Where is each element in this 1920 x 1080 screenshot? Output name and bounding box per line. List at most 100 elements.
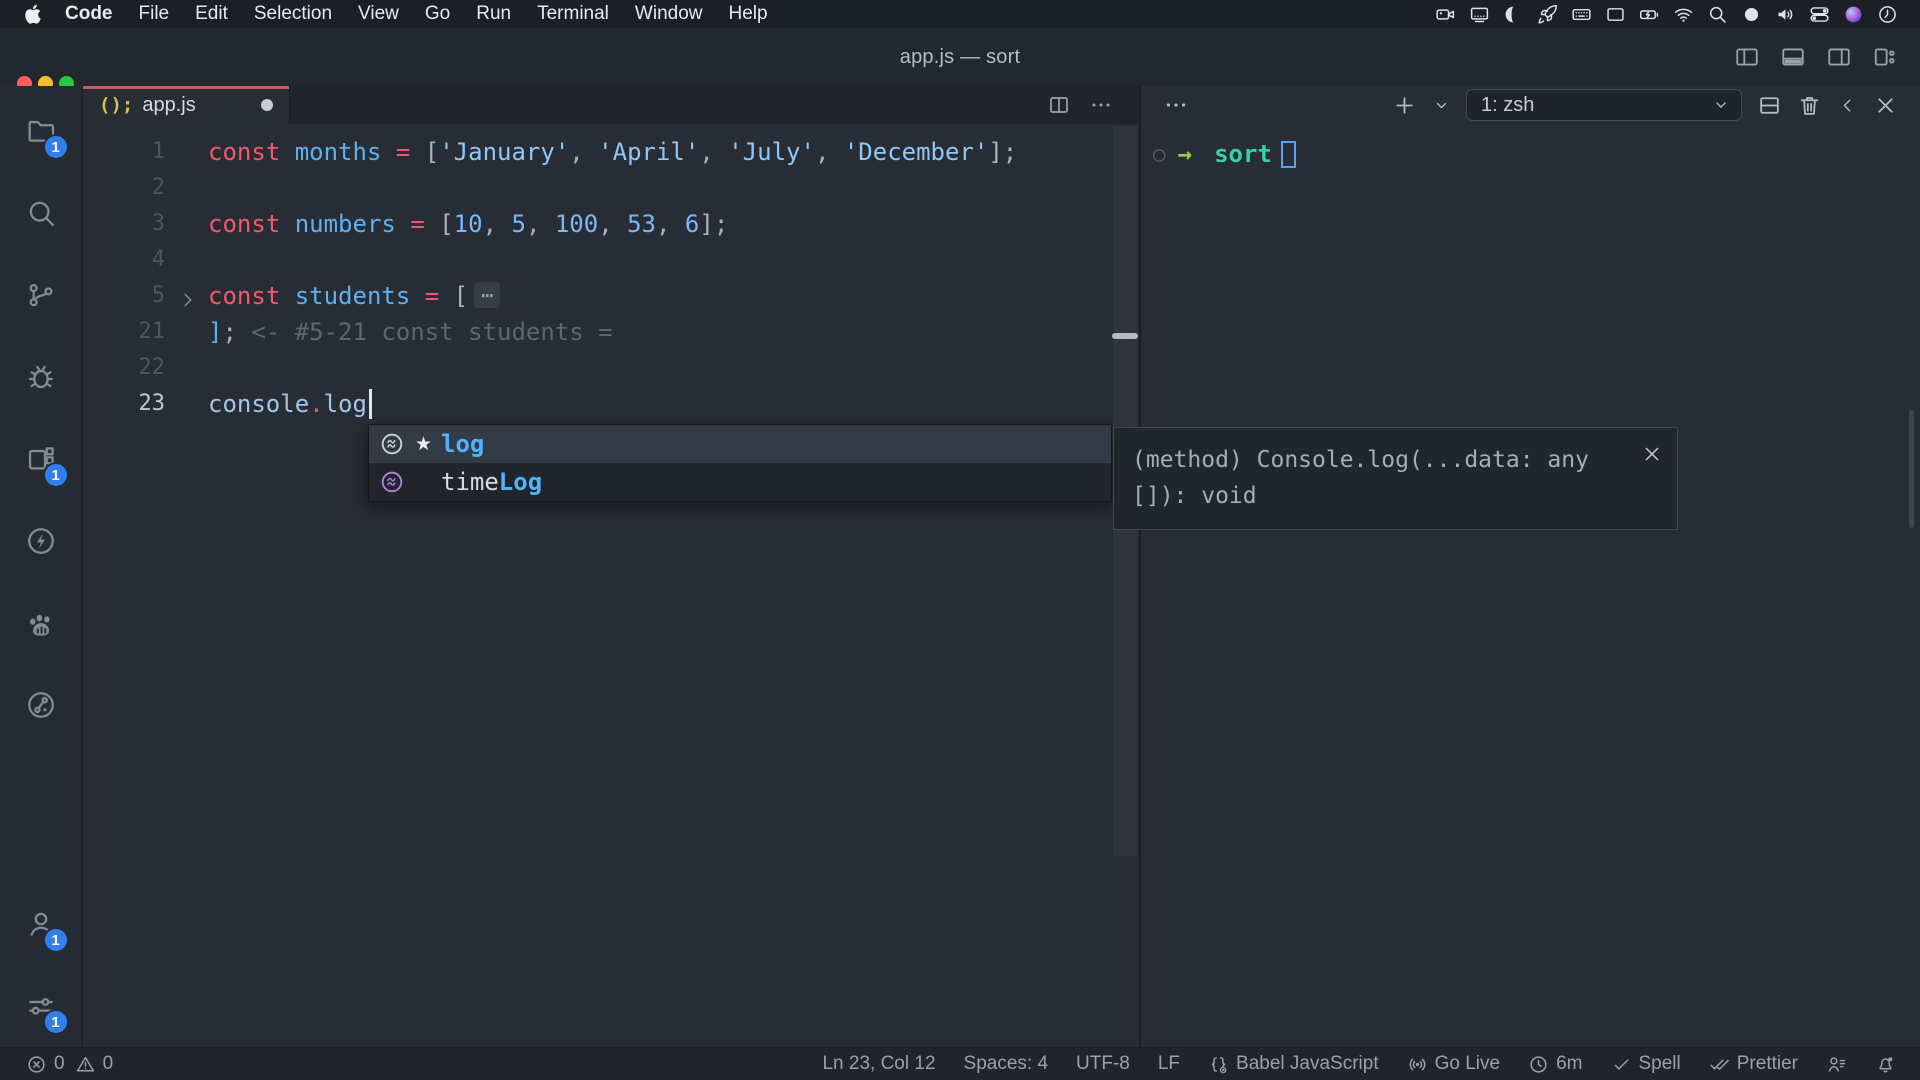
rocket-icon[interactable]: [1537, 4, 1558, 25]
tooltip-close-icon[interactable]: [1641, 440, 1663, 462]
menu-view[interactable]: View: [345, 3, 412, 25]
badge: 1: [43, 1009, 69, 1035]
layout-customize-button[interactable]: [1872, 44, 1898, 70]
terminal-header: 1: zsh: [1141, 86, 1920, 124]
status-spaces-4[interactable]: Spaces: 4: [964, 1053, 1049, 1075]
code-line[interactable]: 5const students = [⋯: [83, 278, 1139, 314]
editor-tab-bar: (); app.js: [83, 86, 1139, 124]
menu-help[interactable]: Help: [716, 3, 781, 25]
terminal-scrollbar[interactable]: [1909, 410, 1914, 528]
badge: 1: [43, 462, 69, 488]
sidebar-item-source-control[interactable]: [0, 254, 83, 336]
modified-dot-icon[interactable]: [261, 99, 273, 111]
sidebar-item-zap-circle[interactable]: [0, 500, 83, 582]
volume-icon[interactable]: [1775, 4, 1796, 25]
terminal-prompt: ○ → sort: [1141, 140, 1296, 168]
code-line[interactable]: 1const months = ['January', 'April', 'Ju…: [83, 134, 1139, 170]
status-0[interactable]: 0: [26, 1053, 65, 1075]
sidebar-item-paw-chart[interactable]: [0, 582, 83, 664]
terminal-launch-chevron-icon[interactable]: [1432, 96, 1451, 115]
sidebar-item-search[interactable]: [0, 172, 83, 254]
code-line[interactable]: 2: [83, 170, 1139, 206]
suggestion-label: log: [441, 430, 484, 458]
vscode-window: CodeFileEditSelectionViewGoRunTerminalWi…: [0, 0, 1920, 1080]
sidebar-item-files[interactable]: 1: [0, 90, 83, 172]
window-icon[interactable]: [1605, 4, 1626, 25]
layout-sidebar-left-button[interactable]: [1734, 44, 1760, 70]
menu-run[interactable]: Run: [463, 3, 524, 25]
menu-file[interactable]: File: [126, 3, 183, 25]
status-utf-8[interactable]: UTF-8: [1076, 1053, 1130, 1075]
keyboard-icon[interactable]: [1571, 4, 1592, 25]
sidebar-item-debug[interactable]: [0, 336, 83, 418]
code-text: const students = [⋯: [208, 278, 500, 314]
line-number: 3: [83, 206, 165, 242]
suggestion-item[interactable]: ★log: [369, 425, 1111, 463]
fold-chevron-icon[interactable]: [177, 285, 199, 307]
panel-collapse-button[interactable]: [1837, 95, 1858, 116]
code-line[interactable]: 4: [83, 242, 1139, 278]
tab-app-js[interactable]: (); app.js: [83, 86, 290, 124]
window-title-bar[interactable]: app.js — sort: [0, 28, 1920, 86]
layout-sidebar-right-button[interactable]: [1826, 44, 1852, 70]
status-person-feedback[interactable]: [1826, 1054, 1847, 1075]
status-lf[interactable]: LF: [1158, 1053, 1180, 1075]
menu-selection[interactable]: Selection: [241, 3, 345, 25]
sidebar-item-extensions[interactable]: 1: [0, 418, 83, 500]
code-editor[interactable]: 1const months = ['January', 'April', 'Ju…: [83, 124, 1139, 1047]
code-line[interactable]: 3const numbers = [10, 5, 100, 53, 6];: [83, 206, 1139, 242]
control-center-icon[interactable]: [1809, 4, 1830, 25]
line-number: 4: [83, 242, 165, 278]
menu-terminal[interactable]: Terminal: [524, 3, 622, 25]
suggestion-item[interactable]: timeLog: [369, 463, 1111, 501]
split-editor-button[interactable]: [1047, 93, 1071, 117]
cleanshot-icon[interactable]: [1503, 4, 1524, 25]
terminal-more-actions-button[interactable]: [1163, 92, 1189, 118]
terminal-session-dropdown[interactable]: 1: zsh: [1466, 89, 1742, 121]
code-text: const months = ['January', 'April', 'Jul…: [208, 134, 1017, 170]
apple-logo-icon[interactable]: [24, 4, 44, 24]
spotlight-search-icon[interactable]: [1707, 4, 1728, 25]
battery-charging-icon[interactable]: [1639, 4, 1660, 25]
menu-window[interactable]: Window: [622, 3, 716, 25]
line-number: 2: [83, 170, 165, 206]
record-dot-icon[interactable]: [1741, 4, 1762, 25]
menu-edit[interactable]: Edit: [182, 3, 241, 25]
video-camera-icon[interactable]: [1435, 4, 1456, 25]
layout-panel-button[interactable]: [1780, 44, 1806, 70]
status-ln-23-col-12[interactable]: Ln 23, Col 12: [822, 1053, 935, 1075]
editor-more-actions-button[interactable]: [1089, 93, 1113, 117]
status-6m[interactable]: 6m: [1528, 1053, 1582, 1075]
terminal-command-text: sort: [1214, 140, 1272, 168]
terminal-session-label: 1: zsh: [1481, 94, 1534, 117]
hover-signature-text: (method) Console.log(...data: any []): v…: [1132, 442, 1589, 514]
new-terminal-button[interactable]: [1392, 93, 1417, 118]
status-prettier[interactable]: Prettier: [1709, 1053, 1798, 1075]
folded-region-badge[interactable]: ⋯: [474, 282, 500, 308]
wifi-icon[interactable]: [1673, 4, 1694, 25]
split-terminal-button[interactable]: [1757, 93, 1782, 118]
code-line[interactable]: 23console.log: [83, 386, 1139, 422]
sidebar-item-account[interactable]: 1: [0, 883, 83, 965]
code-line[interactable]: 22: [83, 350, 1139, 386]
menu-go[interactable]: Go: [412, 3, 463, 25]
sidebar-item-circle-branch[interactable]: [0, 664, 83, 746]
dropdown-chevron-icon: [1711, 95, 1731, 115]
siri-icon[interactable]: [1843, 4, 1864, 25]
close-panel-button[interactable]: [1873, 93, 1898, 118]
status-go-live[interactable]: Go Live: [1407, 1053, 1500, 1075]
kill-terminal-button[interactable]: [1797, 93, 1822, 118]
time-clock-icon[interactable]: [1877, 4, 1898, 25]
status-bell-dot[interactable]: [1875, 1054, 1896, 1075]
status-bar: 00 Ln 23, Col 12 Spaces: 4 UTF-8 LF Babel Ja…: [0, 1047, 1920, 1080]
activity-bar: 1 1 1 1: [0, 86, 83, 1047]
status-babel-javascript[interactable]: Babel JavaScript: [1208, 1053, 1379, 1075]
sidebar-item-settings-sliders[interactable]: 1: [0, 965, 83, 1047]
status-0[interactable]: 0: [75, 1053, 114, 1075]
terminal-panel[interactable]: 1: zsh ○ → sort: [1141, 86, 1920, 1047]
code-line[interactable]: 21]; <- #5-21 const students =: [83, 314, 1139, 350]
status-spell[interactable]: Spell: [1611, 1053, 1681, 1075]
menu-code[interactable]: Code: [52, 3, 126, 25]
bell-dot-icon: [1875, 1054, 1896, 1075]
screen-mirroring-icon[interactable]: [1469, 4, 1490, 25]
